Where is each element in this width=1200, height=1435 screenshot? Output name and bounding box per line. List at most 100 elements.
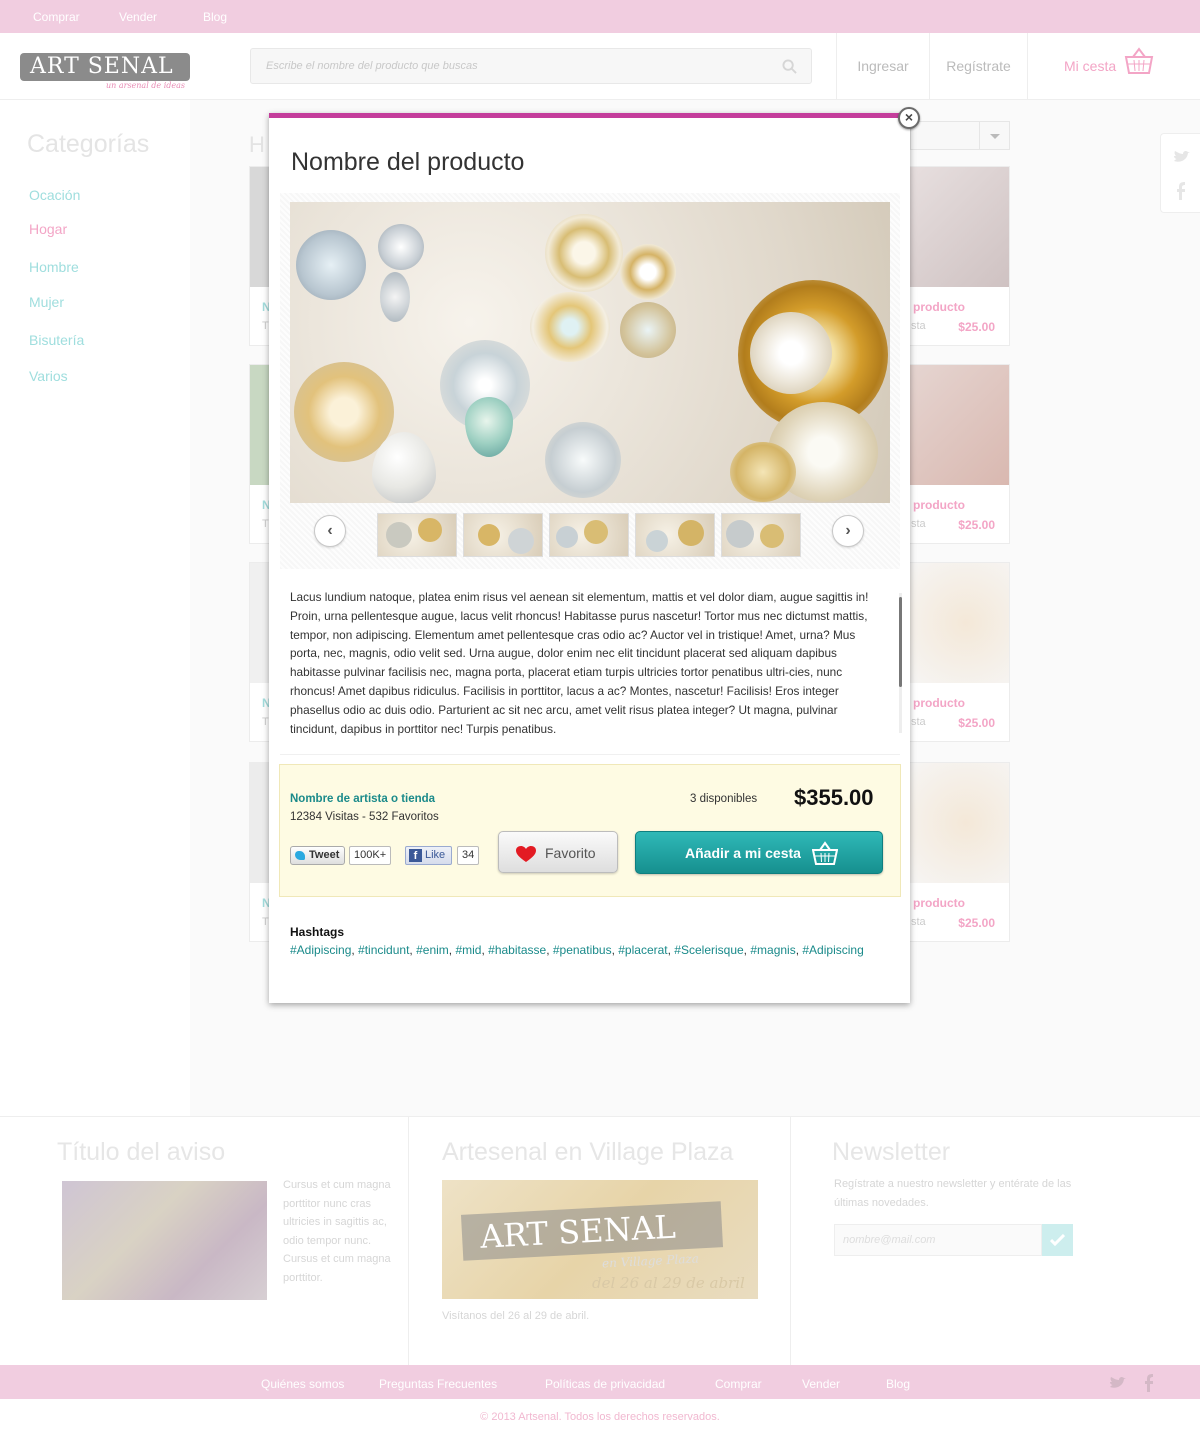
divider: [280, 754, 900, 755]
scrollbar-thumb[interactable]: [899, 597, 902, 687]
facebook-icon[interactable]: [1176, 182, 1186, 200]
newsletter-email-field[interactable]: nombre@mail.com: [834, 1224, 1042, 1256]
gallery-next-button[interactable]: ›: [832, 515, 864, 547]
modal-title: Nombre del producto: [291, 148, 525, 176]
product-card[interactable]: producto sta $25.00: [900, 166, 1010, 346]
hashtags-title: Hashtags: [290, 925, 345, 939]
copyright: © 2013 Artsenal. Todos los derechos rese…: [480, 1411, 720, 1423]
twitter-icon[interactable]: [1173, 150, 1191, 164]
hashtag-link[interactable]: #Adipiscing: [290, 943, 351, 957]
hashtag-link[interactable]: #Adipiscing: [802, 943, 863, 957]
purchase-panel: Nombre de artista o tienda 12384 Visitas…: [279, 764, 901, 897]
cart-button[interactable]: Mi cesta: [1027, 33, 1200, 100]
modal-close-button[interactable]: ×: [898, 107, 920, 129]
hashtag-link[interactable]: #Scelerisque: [674, 943, 743, 957]
hashtag-link[interactable]: #penatibus: [553, 943, 612, 957]
product-card[interactable]: producto sta $25.00: [900, 562, 1010, 742]
sort-select[interactable]: [910, 121, 1010, 150]
newsletter-placeholder: nombre@mail.com: [843, 1234, 936, 1246]
twitter-icon[interactable]: [1109, 1376, 1127, 1390]
product-artist: sta: [911, 716, 926, 728]
favorite-button[interactable]: Favorito: [498, 831, 618, 873]
product-artist: sta: [911, 518, 926, 530]
basket-icon: [812, 841, 838, 865]
product-price: $25.00: [958, 916, 995, 930]
hashtags-list: #Adipiscing, #tincidunt, #enim, #mid, #h…: [290, 943, 864, 957]
gallery-thumbnail[interactable]: [549, 513, 629, 557]
footer-link-quienes-somos[interactable]: Quiénes somos: [261, 1377, 344, 1391]
product-card[interactable]: producto sta $25.00: [900, 762, 1010, 942]
footer-link-comprar[interactable]: Comprar: [715, 1377, 762, 1391]
chevron-right-icon: ›: [845, 522, 851, 539]
product-artist: T: [262, 320, 269, 332]
chevron-down-icon: [979, 122, 1009, 149]
notice-image[interactable]: [62, 1181, 267, 1300]
sidebar-item-mujer[interactable]: Mujer: [29, 294, 64, 310]
topnav-comprar[interactable]: Comprar: [33, 10, 80, 24]
logo-wordmark: ART SENAL: [20, 53, 190, 81]
footer-link-privacy[interactable]: Políticas de privacidad: [545, 1377, 665, 1391]
footer-divider: [408, 1116, 409, 1365]
chevron-left-icon: ‹: [327, 522, 333, 539]
event-banner-sub: en Village Plaza: [601, 1251, 700, 1271]
product-image: [901, 167, 1009, 287]
check-icon: [1050, 1234, 1065, 1246]
hashtag-link[interactable]: #habitasse: [488, 943, 546, 957]
event-banner-dates: del 26 al 29 de abril: [592, 1274, 745, 1292]
product-main-image[interactable]: [290, 202, 890, 503]
add-to-cart-button[interactable]: Añadir a mi cesta: [635, 831, 883, 874]
footer-link-faq[interactable]: Preguntas Frecuentes: [379, 1377, 497, 1391]
product-price: $25.00: [958, 320, 995, 334]
search-icon[interactable]: [782, 59, 797, 74]
product-image: [901, 365, 1009, 485]
artist-name-link[interactable]: Nombre de artista o tienda: [290, 793, 435, 805]
sidebar-item-bisuteria[interactable]: Bisutería: [29, 332, 84, 348]
hashtag-link[interactable]: #enim: [416, 943, 449, 957]
topnav-vender[interactable]: Vender: [119, 10, 157, 24]
sidebar-item-hogar[interactable]: Hogar: [29, 221, 67, 237]
login-button[interactable]: Ingresar: [836, 33, 929, 100]
gallery-thumbnail[interactable]: [721, 513, 801, 557]
favorite-label: Favorito: [545, 845, 596, 861]
topnav-blog[interactable]: Blog: [203, 10, 227, 24]
hashtag-link[interactable]: #placerat: [618, 943, 667, 957]
close-icon: ×: [904, 109, 914, 125]
logo[interactable]: ART SENAL un arsenal de ideas: [20, 49, 198, 97]
gallery-thumbnail[interactable]: [377, 513, 457, 557]
sidebar: [0, 100, 190, 1116]
notice-title: Título del aviso: [57, 1138, 226, 1166]
tweet-count: 100K+: [349, 846, 392, 865]
product-description: Lacus lundium natoque, platea enim risus…: [290, 590, 869, 736]
top-nav-bar: Comprar Vender Blog: [0, 0, 1200, 33]
footer-link-blog[interactable]: Blog: [886, 1377, 910, 1391]
register-button[interactable]: Regístrate: [929, 33, 1027, 100]
sidebar-item-ocacion[interactable]: Ocación: [29, 187, 80, 203]
facebook-icon[interactable]: [1144, 1374, 1154, 1392]
gallery-prev-button[interactable]: ‹: [314, 515, 346, 547]
basket-icon: [1124, 47, 1154, 74]
gallery-thumbnail[interactable]: [635, 513, 715, 557]
description-scrollbar[interactable]: [899, 593, 902, 733]
product-price: $355.00: [794, 785, 874, 810]
like-count: 34: [457, 846, 480, 865]
hashtag-link[interactable]: #magnis: [750, 943, 795, 957]
product-price: $25.00: [958, 518, 995, 532]
hashtag-link[interactable]: #tincidunt: [358, 943, 409, 957]
search-input[interactable]: Escribe el nombre del producto que busca…: [250, 48, 812, 84]
product-modal: Nombre del producto ‹ › Lacus lundium na…: [269, 113, 910, 1003]
product-artist: sta: [911, 320, 926, 332]
gallery-thumbnail[interactable]: [463, 513, 543, 557]
tweet-button[interactable]: Tweet: [290, 846, 345, 865]
event-text: Visítanos del 26 al 29 de abril.: [442, 1310, 590, 1322]
sidebar-item-hombre[interactable]: Hombre: [29, 259, 79, 275]
footer-link-vender[interactable]: Vender: [802, 1377, 840, 1391]
hashtag-link[interactable]: #mid: [455, 943, 481, 957]
facebook-like-button[interactable]: Like: [405, 846, 452, 865]
product-image: [901, 763, 1009, 883]
sidebar-item-varios[interactable]: Varios: [29, 368, 68, 384]
event-banner[interactable]: ART SENAL en Village Plaza del 26 al 29 …: [442, 1180, 758, 1299]
product-gallery: ‹ ›: [280, 193, 900, 569]
event-title: Artesenal en Village Plaza: [442, 1138, 734, 1166]
product-card[interactable]: producto sta $25.00: [900, 364, 1010, 544]
newsletter-submit-button[interactable]: [1042, 1224, 1073, 1256]
